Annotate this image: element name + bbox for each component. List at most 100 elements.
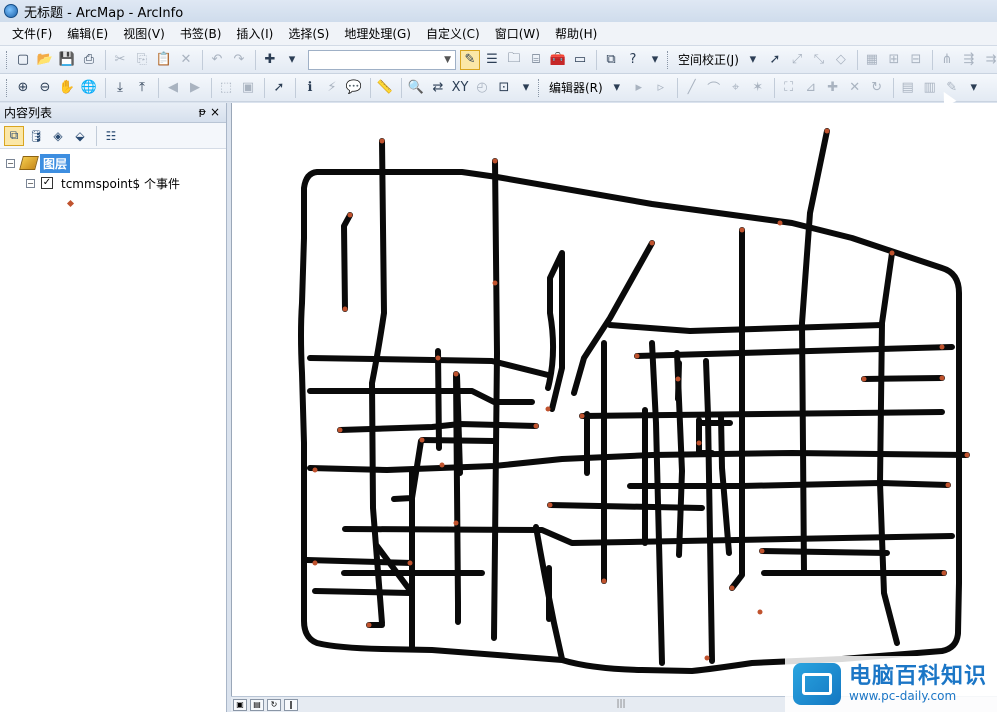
layers-group-row[interactable]: − 图层 xyxy=(6,153,226,173)
find-route-icon[interactable]: ⇄ xyxy=(428,78,448,98)
dropdown-arrow-icon[interactable]: ▾ xyxy=(607,78,627,98)
open-icon[interactable]: 📂 xyxy=(35,50,55,70)
layer-visibility-checkbox[interactable]: ✓ xyxy=(41,177,53,189)
menu-geoprocessing[interactable]: 地理处理(G) xyxy=(338,23,417,44)
measure-icon[interactable]: 📏 xyxy=(375,78,395,98)
menu-bookmarks[interactable]: 书签(B) xyxy=(174,23,228,44)
menu-edit[interactable]: 编辑(E) xyxy=(61,23,114,44)
trace-icon[interactable]: ⌖ xyxy=(726,78,746,98)
data-view-icon[interactable]: ▣ xyxy=(233,698,247,711)
menu-file[interactable]: 文件(F) xyxy=(6,23,58,44)
modify-link-icon[interactable]: ⤡ xyxy=(809,50,829,70)
menu-windows[interactable]: 窗口(W) xyxy=(489,23,546,44)
toolbar-grip[interactable] xyxy=(538,78,541,97)
save-icon[interactable]: 💾 xyxy=(57,50,77,70)
attribute-transfer-icon[interactable]: ⋔ xyxy=(937,50,957,70)
spatial-adjustment-menu[interactable]: 空间校正(J) xyxy=(674,51,743,68)
new-displacement-link-icon[interactable]: ⤢ xyxy=(787,50,807,70)
menu-customize[interactable]: 自定义(C) xyxy=(420,23,486,44)
map-view[interactable] xyxy=(231,103,997,696)
select-features-icon[interactable]: ⬚ xyxy=(216,78,236,98)
link-table-icon[interactable]: ▦ xyxy=(862,50,882,70)
clear-selection-icon[interactable]: ▣ xyxy=(238,78,258,98)
html-popup-icon[interactable]: 💬 xyxy=(344,78,364,98)
go-to-xy-icon[interactable]: XY xyxy=(450,78,470,98)
zoom-out-icon[interactable]: ⊖ xyxy=(35,78,55,98)
list-by-drawing-order-icon[interactable]: ⧉ xyxy=(4,125,24,146)
forward-extent-icon[interactable]: ▶ xyxy=(185,78,205,98)
paste-icon[interactable]: 📋 xyxy=(154,50,174,70)
split-icon[interactable]: ✕ xyxy=(845,78,865,98)
field-mapping-icon[interactable]: ⇉ xyxy=(981,50,997,70)
dropdown-arrow-icon[interactable]: ▾ xyxy=(743,50,763,70)
catalog-icon[interactable]: 🗀 xyxy=(504,50,524,70)
menu-insert[interactable]: 插入(I) xyxy=(230,23,279,44)
edit-vertices-icon[interactable]: ⛶ xyxy=(779,78,799,98)
collapse-icon[interactable]: − xyxy=(6,158,15,168)
print-icon[interactable]: ⎙ xyxy=(79,50,99,70)
attributes-icon[interactable]: ▤ xyxy=(898,78,918,98)
back-extent-icon[interactable]: ◀ xyxy=(163,78,183,98)
layer-name[interactable]: tcmmspoint$ 个事件 xyxy=(61,175,180,192)
find-icon[interactable]: 🔍 xyxy=(406,78,426,98)
end-point-arc-icon[interactable]: ⌒ xyxy=(704,78,724,98)
collapse-icon[interactable]: − xyxy=(26,178,35,188)
reshape-icon[interactable]: ⊿ xyxy=(801,78,821,98)
editor-menu[interactable]: 编辑器(R) xyxy=(545,79,607,96)
preview-window-icon[interactable]: ⊞ xyxy=(884,50,904,70)
menu-view[interactable]: 视图(V) xyxy=(117,23,171,44)
list-by-source-icon[interactable]: 🛢 xyxy=(26,126,46,146)
edit-tool-icon[interactable]: ▸ xyxy=(629,78,649,98)
arctoolbox-icon[interactable]: 🧰 xyxy=(548,50,568,70)
close-icon[interactable]: × xyxy=(210,105,220,119)
time-slider-icon[interactable]: ◴ xyxy=(472,78,492,98)
pause-drawing-icon[interactable]: ‖ xyxy=(284,698,298,711)
editor-toolbar-toggle-icon[interactable]: ✎ xyxy=(460,49,480,70)
straight-segment-icon[interactable]: ╱ xyxy=(682,78,702,98)
layout-view-icon[interactable]: ▤ xyxy=(250,698,264,711)
undo-icon[interactable]: ↶ xyxy=(207,50,227,70)
select-elements-icon[interactable]: ➚ xyxy=(765,50,785,70)
copy-icon[interactable]: ⎘ xyxy=(132,50,152,70)
search-window-icon[interactable]: ⌸ xyxy=(526,50,546,70)
python-window-icon[interactable]: ▭ xyxy=(570,50,590,70)
cut-polygons-icon[interactable]: ✚ xyxy=(823,78,843,98)
road-network-map[interactable] xyxy=(232,103,997,696)
point-icon[interactable]: ✶ xyxy=(748,78,768,98)
cut-icon[interactable]: ✂ xyxy=(110,50,130,70)
table-of-contents-icon[interactable]: ☰ xyxy=(482,50,502,70)
fixed-zoom-in-icon[interactable]: ⤓ xyxy=(110,78,130,98)
toolbar-grip[interactable] xyxy=(6,78,9,97)
hyperlink-icon[interactable]: ⚡ xyxy=(322,78,342,98)
pin-icon[interactable]: ᵽ xyxy=(199,105,206,118)
toolbar-grip[interactable] xyxy=(6,50,9,69)
attribute-match-icon[interactable]: ⇶ xyxy=(959,50,979,70)
list-by-selection-icon[interactable]: ⬙ xyxy=(70,126,90,146)
toolbar-options-icon[interactable]: ▾ xyxy=(516,78,536,98)
menu-help[interactable]: 帮助(H) xyxy=(549,23,603,44)
fixed-zoom-out-icon[interactable]: ⤒ xyxy=(132,78,152,98)
toolbar-options-icon[interactable]: ▾ xyxy=(645,50,665,70)
toolbar-options-icon[interactable]: ▾ xyxy=(964,78,984,98)
toolbar-grip[interactable] xyxy=(667,50,670,69)
multi-displacement-icon[interactable]: ◇ xyxy=(831,50,851,70)
identify-icon[interactable]: ℹ xyxy=(300,78,320,98)
dropdown-arrow-icon[interactable]: ▾ xyxy=(282,50,302,70)
new-document-icon[interactable]: ▢ xyxy=(13,50,33,70)
layers-group-label[interactable]: 图层 xyxy=(40,153,71,173)
layer-row[interactable]: − ✓ tcmmspoint$ 个事件 xyxy=(6,173,226,193)
menu-selection[interactable]: 选择(S) xyxy=(282,23,335,44)
edit-annotation-icon[interactable]: ▹ xyxy=(651,78,671,98)
pan-icon[interactable]: ✋ xyxy=(57,78,77,98)
rotate-icon[interactable]: ↻ xyxy=(867,78,887,98)
full-extent-icon[interactable]: 🌐 xyxy=(79,78,99,98)
whats-this-icon[interactable]: ? xyxy=(623,50,643,70)
zoom-in-icon[interactable]: ⊕ xyxy=(13,78,33,98)
model-builder-icon[interactable]: ⧉ xyxy=(601,50,621,70)
redo-icon[interactable]: ↷ xyxy=(229,50,249,70)
toc-options-icon[interactable]: ☷ xyxy=(101,126,121,146)
refresh-icon[interactable]: ↻ xyxy=(267,698,281,711)
add-data-icon[interactable]: ✚ xyxy=(260,50,280,70)
list-by-visibility-icon[interactable]: ◈ xyxy=(48,126,68,146)
map-scale-combo[interactable]: ▼ xyxy=(308,49,456,70)
